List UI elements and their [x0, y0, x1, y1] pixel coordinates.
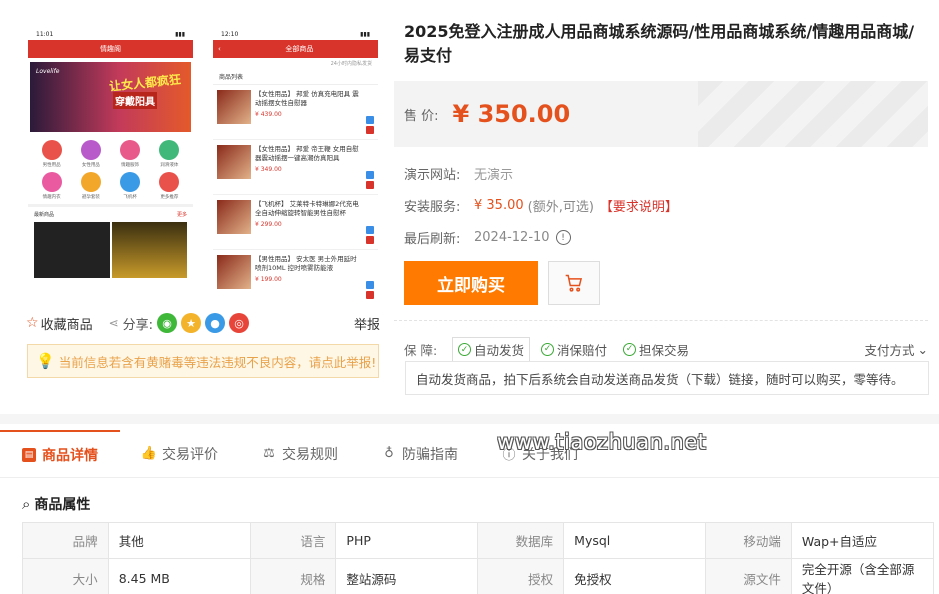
price-box: 售 价: ¥ 350.00	[394, 81, 928, 147]
phone-category-item: 男性用品	[32, 140, 71, 168]
bulb-icon: ♁	[384, 446, 394, 461]
battery-icon: ▮▮▮	[360, 30, 370, 38]
thumb-image	[34, 222, 110, 278]
cart-icon	[366, 291, 374, 299]
list-item: 【男性用品】 安太医 男士外用延时喷剂10ML 控时喷雾防能液 ¥ 199.00	[213, 250, 378, 302]
share-icon	[366, 281, 374, 289]
add-to-cart-button[interactable]	[548, 261, 600, 305]
phone-category-item: 情趣服饰	[111, 140, 150, 168]
battery-icon: ▮▮▮	[175, 30, 185, 38]
share-icon	[366, 171, 374, 179]
install-requirements-link[interactable]: 【要求说明】	[600, 196, 678, 215]
phone-category-item: 女性用品	[71, 140, 110, 168]
cart-icon	[565, 274, 583, 292]
product-thumb	[217, 145, 251, 179]
product-title: 2025免登入注册成人用品商城系统源码/性用品商城系统/情趣用品商城/易支付	[404, 22, 915, 65]
table-row: 品牌 其他 语言 PHP 数据库 Mysql 移动端 Wap+自适应	[22, 522, 935, 559]
category-icon	[120, 172, 141, 192]
refresh-row: 最后刷新: 2024-12-10 !	[404, 228, 571, 247]
share-icon	[366, 116, 374, 124]
phone-category-grid: 男性用品 女性用品 情趣服饰 润滑液体情趣内衣 避孕套装 飞机杯 更多推荐	[28, 136, 193, 204]
product-gallery[interactable]: 11:01 ▮▮▮ 情趣阁 Lovelife 让女人都疯狂 穿戴阳具 男性用品 女性…	[26, 22, 378, 306]
info-icon[interactable]: !	[555, 230, 571, 245]
weibo-icon[interactable]: ◎	[229, 313, 250, 333]
back-icon: ‹	[218, 45, 221, 53]
category-icon	[159, 172, 180, 192]
qq-icon[interactable]: ●	[205, 313, 226, 333]
cart-icon	[366, 181, 374, 189]
tab-rules[interactable]: ⚖ 交易规则	[240, 430, 360, 478]
screenshot-list: 12:10 ▮▮▮ ‹ 全部商品 24小时内隐私发货 商品列表 【女性用品】 邦爱 …	[213, 28, 378, 302]
guarantee-description: 自动发货商品，拍下后系统会自动发送商品发货（下载）链接，随时可以购买，零等待。	[405, 361, 929, 395]
demo-row: 演示网站: 无演示	[404, 168, 514, 183]
star-icon: ☆	[26, 315, 39, 331]
guarantee-row: 保 障: ✓ 自动发货 ✓ 消保赔付 ✓ 担保交易 支付方式 ⌄	[404, 337, 929, 361]
phone-header: 情趣阁	[28, 40, 193, 58]
attributes-title: ⌕ 商品属性	[22, 495, 91, 513]
phone-category-item: 润滑液体	[150, 140, 189, 168]
guarantee-tag-compensation[interactable]: ✓ 消保赔付	[536, 338, 612, 361]
cart-icon	[366, 236, 374, 244]
install-row: 安装服务: ¥ 35.00 (额外,可选) 【要求说明】	[404, 196, 678, 215]
category-icon	[41, 140, 62, 160]
list-item: 【女性用品】 邦爱 帝王鞭 女用自慰器震动摇摆一键高潮仿真阳具 ¥ 349.00	[213, 140, 378, 195]
price-value: ¥ 350.00	[452, 100, 571, 128]
cart-icon	[366, 126, 374, 134]
product-page: 11:01 ▮▮▮ 情趣阁 Lovelife 让女人都疯狂 穿戴阳具 男性用品 女性…	[0, 0, 939, 594]
guarantee-tag-auto[interactable]: ✓ 自动发货	[452, 337, 531, 361]
phone-category-item: 更多推荐	[150, 172, 189, 200]
phone-category-item: 避孕套装	[71, 172, 110, 200]
table-row: 大小 8.45 MB 规格 整站源码 授权 免授权 源文件 完全开源（含全部源文件）	[22, 558, 935, 594]
scale-icon: ⚖	[263, 446, 275, 461]
phone-category-item: 飞机杯	[111, 172, 150, 200]
wechat-icon[interactable]: ◉	[157, 313, 178, 333]
check-icon: ✓	[541, 342, 555, 356]
tab-details[interactable]: ▤ 商品详情	[0, 429, 120, 478]
thumb-image	[111, 222, 187, 278]
detail-tabs: ▤ 商品详情 👍 交易评价 ⚖ 交易规则 ♁ 防骗指南 ⓘ 关于我们	[0, 429, 939, 478]
product-thumb	[217, 200, 251, 234]
product-thumb	[217, 90, 251, 124]
thumbs-up-icon: 👍	[140, 446, 158, 461]
buy-now-button[interactable]: 立即购买	[404, 261, 538, 305]
check-icon: ✓	[458, 343, 471, 356]
share-icon	[366, 226, 374, 234]
list-item: 【女性用品】 邦爱 仿真充电阳具 震动摇摆女性自慰器 ¥ 439.00	[213, 85, 378, 140]
favorite-button[interactable]: ☆ 收藏商品	[26, 314, 93, 333]
guarantee-tag-escrow[interactable]: ✓ 担保交易	[618, 338, 694, 361]
tab-fraud-guide[interactable]: ♁ 防骗指南	[360, 430, 480, 478]
report-notice[interactable]: 💡 当前信息若含有黄赌毒等违法违规不良内容，请点此举报!	[27, 344, 379, 378]
search-list-icon: ⌕	[22, 495, 31, 513]
list-item: 【飞机杯】 艾莱特卡特琳娜2代充电全自动伸缩旋转智能男性自慰杯 ¥ 299.00	[213, 195, 378, 250]
phone-product-list: 【女性用品】 邦爱 仿真充电阳具 震动摇摆女性自慰器 ¥ 439.00 【女性用品】…	[213, 85, 378, 302]
tab-reviews[interactable]: 👍 交易评价	[120, 430, 240, 478]
screenshot-home: 11:01 ▮▮▮ 情趣阁 Lovelife 让女人都疯狂 穿戴阳具 男性用品 女性…	[28, 28, 193, 302]
watermark: www.tiaozhuan.net	[497, 430, 707, 454]
payment-methods-dropdown[interactable]: 支付方式 ⌄	[865, 340, 929, 359]
category-icon	[159, 140, 180, 160]
lightbulb-icon: 💡	[36, 352, 55, 370]
category-icon	[80, 172, 101, 192]
check-icon: ✓	[623, 342, 637, 356]
category-icon	[41, 172, 62, 192]
details-icon: ▤	[22, 447, 36, 462]
share-row: ☆ 收藏商品 ⋖ 分享: ◉ ★ ● ◎ 举报	[26, 312, 380, 334]
qzone-icon[interactable]: ★	[181, 313, 202, 333]
share-group: ⋖ 分享: ◉ ★ ● ◎	[108, 313, 250, 333]
attributes-table: 品牌 其他 语言 PHP 数据库 Mysql 移动端 Wap+自适应 大小 8.45 MB…	[22, 522, 935, 594]
category-icon	[120, 140, 141, 160]
phone-category-item: 情趣内衣	[32, 172, 71, 200]
share-icon: ⋖	[108, 316, 119, 330]
report-link[interactable]: 举报	[354, 314, 380, 333]
category-icon	[80, 140, 101, 160]
product-thumb	[217, 255, 251, 289]
phone-banner: Lovelife 让女人都疯狂 穿戴阳具	[30, 62, 191, 132]
chevron-down-icon: ⌄	[917, 341, 928, 357]
